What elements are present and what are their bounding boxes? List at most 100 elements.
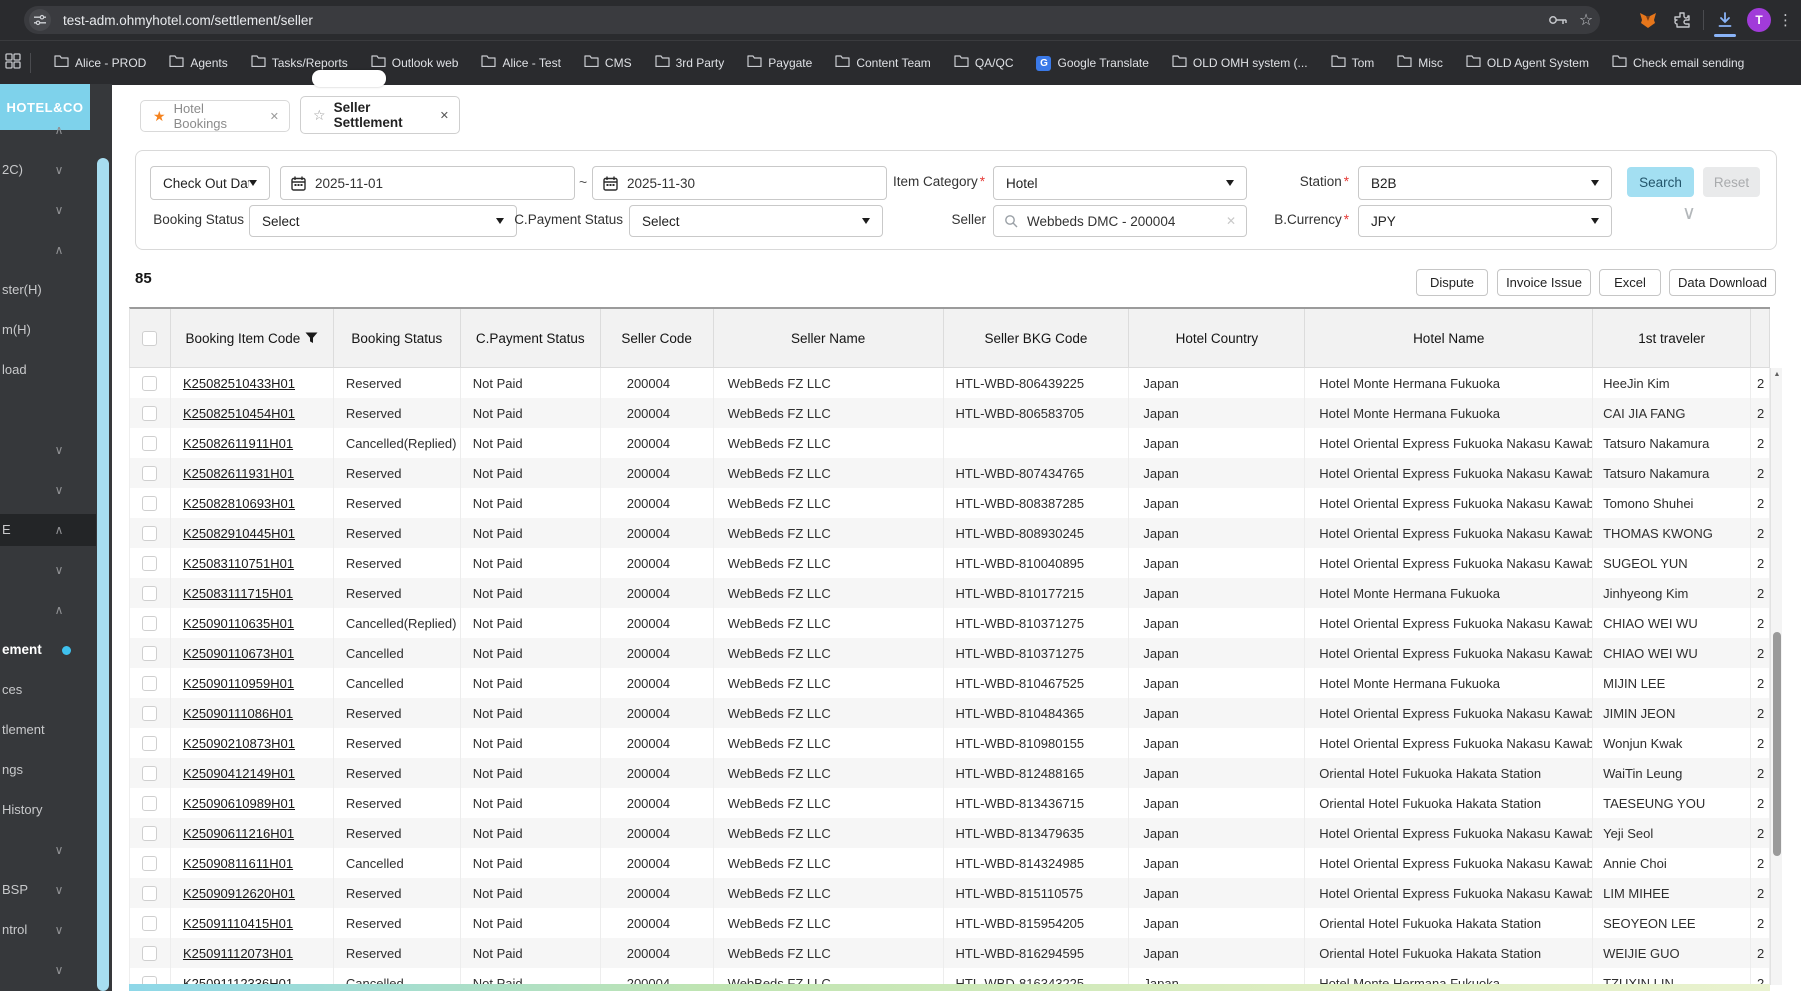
row-checkbox[interactable] — [142, 705, 158, 721]
sidebar-item[interactable]: ngs — [0, 754, 96, 786]
sidebar-item[interactable]: ∨ — [0, 194, 96, 226]
booking-item-link[interactable]: K25090110673H01 — [183, 646, 294, 661]
sidebar-item[interactable]: ∨ — [0, 834, 96, 866]
item-category-select[interactable]: Hotel — [993, 166, 1247, 200]
select-all-checkbox[interactable] — [142, 330, 158, 346]
booking-item-link[interactable]: K25090412149H01 — [183, 766, 295, 781]
invoice-issue-button[interactable]: Invoice Issue — [1497, 269, 1591, 296]
close-icon[interactable]: ✕ — [440, 109, 449, 122]
bookmark-folder[interactable]: OLD Agent System — [1461, 51, 1594, 75]
sidebar-item[interactable]: ster(H) — [0, 274, 96, 306]
sidebar-scrollbar[interactable] — [97, 158, 109, 991]
booking-item-link[interactable]: K25091110415H01 — [183, 916, 293, 931]
row-checkbox[interactable] — [142, 555, 158, 571]
row-checkbox[interactable] — [142, 495, 158, 511]
extensions-puzzle-icon[interactable] — [1665, 11, 1699, 29]
download-icon[interactable] — [1708, 10, 1742, 37]
row-checkbox[interactable] — [142, 585, 158, 601]
sidebar-item[interactable]: tlement — [0, 714, 96, 746]
row-checkbox[interactable] — [142, 735, 158, 751]
booking-item-link[interactable]: K25090210873H01 — [183, 736, 295, 751]
sidebar-item[interactable]: BSP ∨ — [0, 874, 96, 906]
sidebar-item[interactable]: ∧ — [0, 114, 96, 146]
booking-item-link[interactable]: K25082910445H01 — [183, 526, 295, 541]
bookmark-folder[interactable]: Content Team — [830, 51, 936, 75]
sidebar-item[interactable]: ∨ — [0, 474, 96, 506]
bookmark-folder[interactable]: QA/QC — [949, 51, 1019, 75]
bookmark-folder[interactable]: Agents — [164, 51, 232, 75]
bookmark-star-icon[interactable]: ☆ — [1572, 8, 1600, 32]
bookmark-folder[interactable]: CMS — [579, 51, 637, 75]
row-checkbox[interactable] — [142, 645, 158, 661]
bookmark-folder[interactable]: OLD OMH system (... — [1167, 51, 1313, 75]
booking-item-link[interactable]: K25082611931H01 — [183, 466, 294, 481]
row-checkbox[interactable] — [142, 855, 158, 871]
sidebar-item[interactable]: ∧ — [0, 234, 96, 266]
sidebar-item[interactable]: ntrol ∨ — [0, 914, 96, 946]
booking-item-link[interactable]: K25082510433H01 — [183, 376, 295, 391]
dispute-button[interactable]: Dispute — [1416, 269, 1488, 296]
bookmark-folder[interactable]: Paygate — [742, 51, 817, 75]
bookmark-folder[interactable]: G Google Translate — [1031, 53, 1153, 74]
booking-item-link[interactable]: K25090110959H01 — [183, 676, 294, 691]
excel-button[interactable]: Excel — [1599, 269, 1661, 296]
bookmark-folder[interactable]: Check email sending — [1607, 51, 1749, 75]
sidebar-item[interactable] — [0, 394, 96, 426]
booking-item-link[interactable]: K25090611216H01 — [183, 826, 294, 841]
tab-groups-icon[interactable] — [5, 52, 21, 74]
date-from-input[interactable]: 2025-11-01 — [280, 166, 575, 200]
favorite-star-icon[interactable]: ★ — [153, 108, 166, 125]
row-checkbox[interactable] — [142, 885, 158, 901]
bookmark-folder[interactable]: Misc — [1392, 51, 1448, 75]
row-checkbox[interactable] — [142, 435, 158, 451]
url-text[interactable]: test-adm.ohmyhotel.com/settlement/seller — [63, 13, 1544, 28]
row-checkbox[interactable] — [142, 375, 158, 391]
row-checkbox[interactable] — [142, 915, 158, 931]
booking-status-select[interactable]: Select — [249, 205, 517, 237]
site-settings-icon[interactable] — [29, 9, 51, 31]
reset-button[interactable]: Reset — [1703, 167, 1760, 197]
row-checkbox[interactable] — [142, 525, 158, 541]
clear-icon[interactable]: ✕ — [1226, 214, 1236, 228]
sidebar-item[interactable]: m(H) — [0, 314, 96, 346]
sidebar-item[interactable]: ces — [0, 674, 96, 706]
sidebar-item[interactable]: History — [0, 794, 96, 826]
scrollbar-thumb[interactable] — [1773, 632, 1781, 856]
row-checkbox[interactable] — [142, 795, 158, 811]
booking-item-link[interactable]: K25082611911H01 — [183, 436, 293, 451]
sidebar-item[interactable]: ∨ — [0, 434, 96, 466]
booking-item-link[interactable]: K25090111086H01 — [183, 706, 293, 721]
date-type-select[interactable]: Check Out Date — [150, 166, 270, 200]
booking-item-link[interactable]: K25090110635H01 — [183, 616, 294, 631]
date-to-input[interactable]: 2025-11-30 — [592, 166, 887, 200]
seller-search-input[interactable]: Webbeds DMC - 200004 ✕ — [993, 205, 1247, 237]
booking-item-link[interactable]: K25090912620H01 — [183, 886, 295, 901]
sidebar-item[interactable]: E ∧ — [0, 514, 96, 546]
row-checkbox[interactable] — [142, 945, 158, 961]
sidebar-item[interactable]: ∧ — [0, 594, 96, 626]
close-icon[interactable]: ✕ — [270, 110, 279, 123]
calendar-icon[interactable] — [603, 176, 618, 191]
sidebar-item[interactable]: ∨ — [0, 554, 96, 586]
row-checkbox[interactable] — [142, 675, 158, 691]
expand-filters-chevron-icon[interactable]: ∨ — [1682, 204, 1696, 223]
tab-seller-settlement[interactable]: ☆ Seller Settlement ✕ — [300, 96, 460, 134]
browser-menu-icon[interactable]: ⋮ — [1778, 11, 1793, 29]
table-vertical-scrollbar[interactable]: ▲ — [1770, 368, 1782, 985]
table-horizontal-scrollbar[interactable] — [129, 984, 1770, 991]
data-download-button[interactable]: Data Download — [1669, 269, 1776, 296]
profile-avatar[interactable]: T — [1747, 8, 1771, 32]
favorite-star-outline-icon[interactable]: ☆ — [313, 107, 326, 124]
b-currency-select[interactable]: JPY — [1358, 205, 1612, 237]
url-bar[interactable]: test-adm.ohmyhotel.com/settlement/seller… — [24, 6, 1600, 34]
booking-item-link[interactable]: K25083111715H01 — [183, 586, 293, 601]
c-payment-status-select[interactable]: Select — [629, 205, 883, 237]
fox-extension-icon[interactable] — [1631, 12, 1665, 29]
sidebar-item[interactable]: ∨ — [0, 954, 96, 986]
booking-item-link[interactable]: K25082510454H01 — [183, 406, 295, 421]
filter-funnel-icon[interactable] — [305, 332, 318, 344]
row-checkbox[interactable] — [142, 825, 158, 841]
row-checkbox[interactable] — [142, 765, 158, 781]
tab-hotel-bookings[interactable]: ★ Hotel Bookings ✕ — [140, 100, 290, 132]
row-checkbox[interactable] — [142, 615, 158, 631]
